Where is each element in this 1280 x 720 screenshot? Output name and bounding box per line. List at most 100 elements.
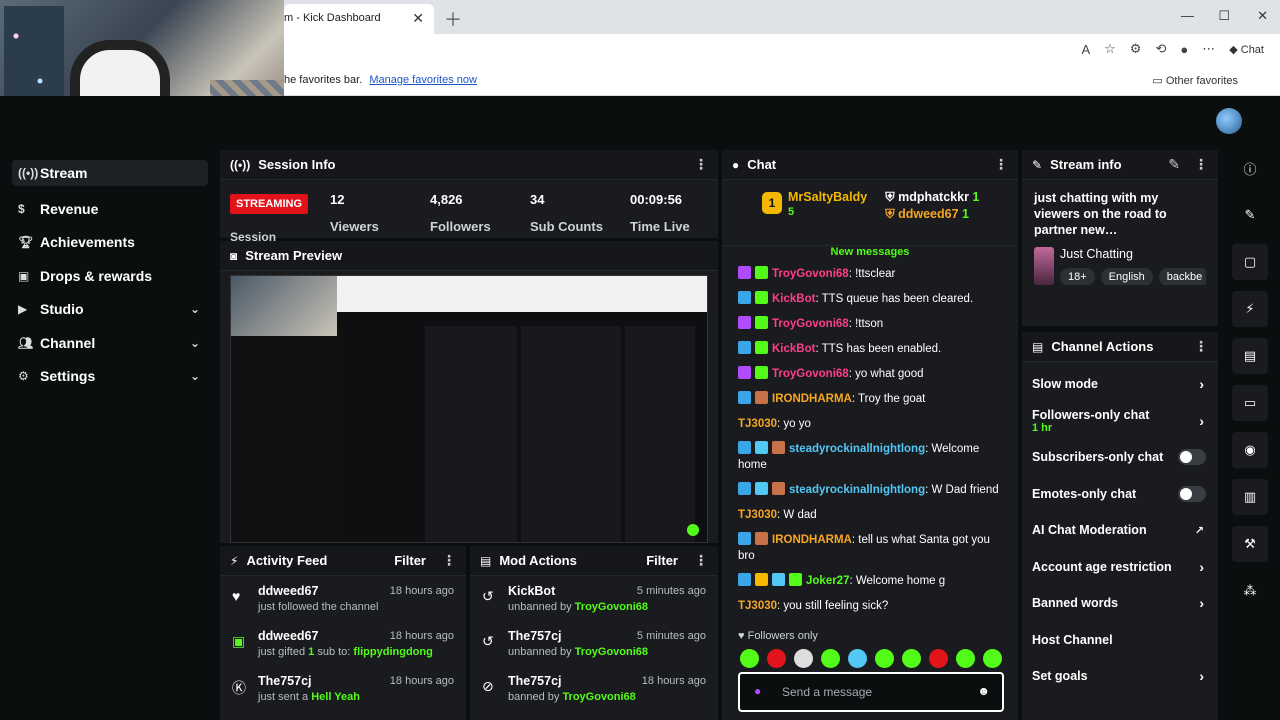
screen-capture-icon[interactable]: ▢ [1232,244,1268,280]
mic-badge-icon [738,316,751,329]
emote-icon[interactable] [983,649,1002,668]
crown-badge-icon [755,573,768,586]
action-banned-words[interactable]: Banned words › [1022,585,1218,622]
read-aloud-icon[interactable]: A [1081,42,1090,57]
connections-icon[interactable]: ⁂ [1232,573,1268,609]
activity-item: Ⓚ The757cj just sent a Hell Yeah 18 hour… [220,666,466,711]
top-nav [284,96,1280,148]
shield-icon: ⛨ [885,190,895,204]
folder-icon: ▭ [1152,75,1163,87]
sidebar-item-achievements[interactable]: 🏆︎ Achievements [0,226,220,260]
emote-icon[interactable] [929,649,948,668]
manage-favorites-link[interactable]: Manage favorites now [369,74,477,86]
emote-icon[interactable] [767,649,786,668]
new-messages-banner[interactable]: New messages [722,246,1018,260]
mic-icon[interactable]: ● [754,684,761,698]
action-slow-mode[interactable]: Slow mode › [1022,366,1218,403]
mod-actions-panel: ▤ Mod Actions Filter ⋮ ↺ KickBot unbanne… [470,546,718,720]
user-avatar[interactable] [1216,108,1242,134]
subscribers-only-toggle[interactable] [1178,449,1206,466]
filter-button[interactable]: Filter [646,553,678,568]
activity-feed-panel: ⚡ Activity Feed Filter ⋮ ♥ ddweed67 just… [220,546,466,720]
filter-button[interactable]: Filter [394,553,426,568]
category-name[interactable]: Just Chatting [1060,246,1206,262]
sub-badge-icon [755,391,768,404]
emote-icon[interactable] [956,649,975,668]
sidebar-item-settings[interactable]: ⚙ Settings ⌄ [0,360,220,394]
sub-badge-icon [755,532,768,545]
minimize-icon[interactable]: — [1181,8,1194,23]
browser-tab[interactable]: m - Kick Dashboard ✕ [284,4,434,34]
kebab-menu-icon[interactable]: ⋮ [994,156,1008,173]
stat-time-live: 00:09:56 Time Live [630,192,690,234]
trophy-icon: 🏆︎ [18,235,34,250]
emoji-icon[interactable]: ☻ [977,684,990,698]
more-icon[interactable]: ⋯ [1202,41,1215,57]
emotes-only-toggle[interactable] [1178,485,1206,502]
wrench-icon: ✎ [1032,157,1043,172]
sidebar-item-stream[interactable]: ((•)) Stream [12,160,208,186]
emote-icon[interactable] [848,649,867,668]
mod-badge-icon [738,482,751,495]
kebab-menu-icon[interactable]: ⋮ [442,552,456,569]
extensions-icon[interactable]: ⚙ [1130,41,1142,57]
broadcast-icon[interactable]: ◉ [1232,432,1268,468]
action-account-age[interactable]: Account age restriction › [1022,549,1218,586]
stream-title: just chatting with my viewers on the roa… [1034,191,1167,237]
chevron-right-icon: › [1199,412,1204,429]
og-badge-icon [755,482,768,495]
mod-badge-icon [738,532,751,545]
favorite-star-icon[interactable]: ☆ [1104,41,1116,57]
info-icon[interactable]: ⓘ [1232,150,1268,186]
edit-icon[interactable]: ✎ [1168,156,1180,173]
tag[interactable]: backbe [1158,268,1206,285]
emote-icon[interactable] [821,649,840,668]
history-icon[interactable]: ⟲ [1155,41,1166,57]
document-icon: ▤ [1032,339,1044,354]
edit-icon[interactable]: ✎ [1232,197,1268,233]
kebab-menu-icon[interactable]: ⋮ [694,552,708,569]
stream-preview-panel: ◙ Stream Preview [220,241,718,543]
tag[interactable]: 18+ [1060,268,1095,285]
action-host-channel[interactable]: Host Channel [1022,622,1218,659]
new-tab-icon[interactable]: ＋ [444,6,462,32]
emote-icon[interactable] [875,649,894,668]
kebab-menu-icon[interactable]: ⋮ [694,156,708,173]
gift-badge-icon [789,573,802,586]
document-icon[interactable]: ▤ [1232,338,1268,374]
panel-header: ● Chat ⋮ [722,150,1018,180]
kebab-menu-icon[interactable]: ⋮ [1194,156,1208,173]
action-ai-moderation[interactable]: AI Chat Moderation ↗ [1022,512,1218,549]
profile-avatar[interactable]: ● [1180,42,1188,57]
tag[interactable]: English [1100,268,1153,285]
mod-action-item: ↺ KickBot unbanned by TroyGovoni68 5 min… [470,576,718,621]
undo-icon: ↺ [482,633,494,649]
close-window-icon[interactable]: ✕ [1257,8,1268,24]
panel-layout-icon[interactable]: ▥ [1232,479,1268,515]
kebab-menu-icon[interactable]: ⋮ [1194,338,1208,355]
stream-preview-video[interactable] [230,275,708,543]
wrench-icon[interactable]: ⚒ [1232,526,1268,562]
emote-icon[interactable] [740,649,759,668]
other-favorites[interactable]: ▭ Other favorites [1152,74,1238,87]
sidebar-item-channel[interactable]: 👥︎ Channel ⌄ [0,326,220,360]
sidebar-item-revenue[interactable]: $ Revenue [0,192,220,226]
copilot-chat-button[interactable]: ◆ Chat [1229,43,1264,56]
lightning-icon[interactable]: ⚡ [1232,291,1268,327]
status-badge: STREAMING [230,194,308,214]
chat-message: KickBot: TTS has been enabled. [738,341,1002,357]
address-bar[interactable]: A ☆ ⚙ ⟲ ● ⋯ ◆ Chat [284,34,1280,66]
maximize-icon[interactable]: ☐ [1218,8,1230,24]
chat-message: TroyGovoni68: yo what good [738,366,1002,382]
emote-icon[interactable] [902,649,921,668]
action-set-goals[interactable]: Set goals › [1022,658,1218,695]
action-subscribers-only: Subscribers-only chat [1022,439,1218,476]
chat-message-input[interactable]: ● Send a message ☻ [738,672,1004,712]
rank-badge: 1 [762,192,782,214]
emote-icon[interactable] [794,649,813,668]
sidebar-item-studio[interactable]: ▶ Studio ⌄ [0,293,220,327]
chat-bubble-icon[interactable]: ▭ [1232,385,1268,421]
sidebar-item-drops[interactable]: ▣ Drops & rewards [0,259,220,293]
close-tab-icon[interactable]: ✕ [412,10,424,27]
action-followers-only[interactable]: Followers-only chat 1 hr › [1022,403,1218,440]
